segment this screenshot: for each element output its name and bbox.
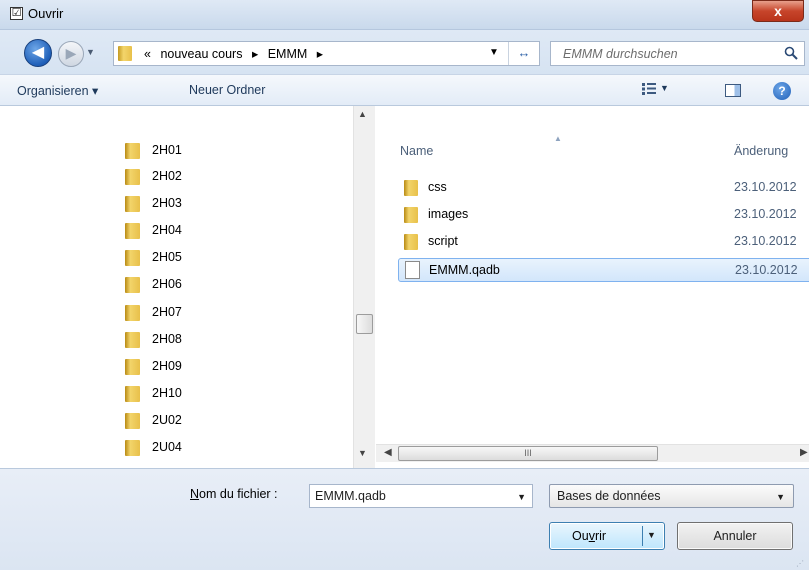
folder-icon — [125, 440, 140, 456]
file-type-value: Bases de données — [557, 489, 661, 503]
tree-item-label: 2H05 — [152, 250, 182, 264]
column-header-name[interactable]: Name — [400, 144, 433, 158]
command-bar: Organisieren ▾ Neuer Ordner ▼ ? — [0, 74, 809, 106]
folder-icon — [125, 196, 140, 212]
folder-icon — [125, 359, 140, 375]
search-placeholder: EMMM durchsuchen — [563, 47, 678, 61]
search-icon[interactable] — [784, 46, 798, 60]
refresh-button[interactable]: ↔ — [508, 42, 539, 65]
file-name: script — [428, 234, 458, 248]
tree-item-label: 2H10 — [152, 386, 182, 400]
filename-value: EMMM.qadb — [315, 489, 386, 503]
new-folder-button[interactable]: Neuer Ordner — [189, 83, 265, 97]
organize-menu[interactable]: Organisieren ▾ — [17, 83, 98, 98]
window-title: Ouvrir — [28, 6, 64, 21]
scroll-right-icon[interactable]: ▶ — [800, 447, 808, 458]
filename-field[interactable]: EMMM.qadb ▼ — [309, 484, 533, 508]
address-bar[interactable]: « nouveau cours ▸ EMMM ▸ ▼ ↔ — [113, 41, 540, 66]
breadcrumb-item-nouveau-cours[interactable]: nouveau cours — [160, 47, 242, 61]
chevron-down-icon[interactable]: ▼ — [776, 492, 785, 502]
resize-grip-icon[interactable]: ⋰ — [796, 559, 804, 568]
tree-item-label: 2H08 — [152, 332, 182, 346]
file-type-select[interactable]: Bases de données ▼ — [549, 484, 794, 508]
views-icon[interactable] — [642, 83, 656, 95]
breadcrumb-separator-icon[interactable]: ▸ — [317, 47, 323, 61]
recent-locations-dropdown-icon[interactable]: ▼ — [86, 47, 96, 57]
breadcrumb-item-emmm[interactable]: EMMM — [268, 47, 308, 61]
navigation-scrollbar[interactable]: ▲ ▼ — [353, 106, 375, 468]
folder-icon — [125, 277, 140, 293]
tree-item-label: 2H09 — [152, 359, 182, 373]
file-row[interactable]: css 23.10.2012 — [398, 176, 809, 200]
folder-icon — [404, 180, 418, 196]
folder-icon — [125, 305, 140, 321]
tree-item-label: 2U02 — [152, 413, 182, 427]
back-button[interactable]: ◀ — [24, 39, 52, 67]
file-row[interactable]: images 23.10.2012 — [398, 203, 809, 227]
tree-item-label: 2H04 — [152, 223, 182, 237]
scroll-thumb[interactable] — [356, 314, 373, 334]
close-button[interactable]: x — [752, 0, 804, 22]
tree-item-label: 2H01 — [152, 143, 182, 157]
scroll-down-icon[interactable]: ▼ — [358, 448, 367, 458]
file-list-scrollbar[interactable]: ◀ III ▶ — [376, 444, 809, 462]
title-bar: ☑ Ouvrir x — [0, 0, 809, 30]
filename-dropdown-icon[interactable]: ▼ — [517, 492, 526, 502]
folder-icon — [125, 223, 140, 239]
navigation-pane: 2H01 2H02 2H03 2H04 2H05 2H06 2H07 2H08 … — [0, 106, 375, 468]
breadcrumb-separator-icon[interactable]: ▸ — [252, 47, 258, 61]
folder-icon — [125, 143, 140, 159]
help-icon[interactable]: ? — [773, 82, 791, 100]
file-name: EMMM.qadb — [429, 263, 500, 277]
open-button[interactable]: Ouvrir ▼ — [549, 522, 665, 550]
tree-item-label: 2U04 — [152, 440, 182, 454]
window-checkbox-icon[interactable]: ☑ — [10, 7, 23, 20]
filename-label: Nom du fichier : — [190, 487, 278, 501]
preview-pane-icon[interactable] — [725, 84, 741, 97]
folder-icon — [125, 413, 140, 429]
file-row-selected[interactable]: EMMM.qadb 23.10.2012 — [398, 258, 809, 282]
column-header-date[interactable]: Änderung — [734, 144, 788, 158]
breadcrumb: « nouveau cours ▸ EMMM ▸ — [144, 46, 329, 61]
tree-item-label: 2H07 — [152, 305, 182, 319]
cancel-button[interactable]: Annuler — [677, 522, 793, 550]
folder-icon — [118, 46, 132, 61]
tree-item-label: 2H02 — [152, 169, 182, 183]
scroll-thumb[interactable]: III — [398, 446, 658, 461]
file-row[interactable]: script 23.10.2012 — [398, 230, 809, 254]
file-date: 23.10.2012 — [734, 180, 797, 194]
folder-icon — [125, 169, 140, 185]
navigation-bar: ◀ ▶ ▼ « nouveau cours ▸ EMMM ▸ ▼ ↔ EMMM … — [0, 30, 809, 74]
open-options-dropdown-icon[interactable]: ▼ — [647, 530, 656, 540]
split-divider — [642, 526, 643, 546]
forward-button[interactable]: ▶ — [58, 41, 84, 67]
folder-icon — [404, 207, 418, 223]
file-list: ▲ Name Änderung css 23.10.2012 images 23… — [376, 106, 809, 468]
tree-item-label: 2H06 — [152, 277, 182, 291]
folder-icon — [125, 250, 140, 266]
folder-icon — [125, 332, 140, 348]
file-name: css — [428, 180, 447, 194]
folder-icon — [125, 386, 140, 402]
search-input[interactable]: EMMM durchsuchen — [550, 41, 805, 66]
file-date: 23.10.2012 — [735, 263, 798, 277]
scroll-up-icon[interactable]: ▲ — [358, 109, 367, 119]
file-date: 23.10.2012 — [734, 234, 797, 248]
file-name: images — [428, 207, 469, 221]
breadcrumb-overflow[interactable]: « — [144, 47, 151, 61]
address-dropdown-icon[interactable]: ▼ — [489, 47, 499, 58]
scroll-left-icon[interactable]: ◀ — [384, 447, 392, 458]
folder-icon — [404, 234, 418, 250]
file-date: 23.10.2012 — [734, 207, 797, 221]
views-dropdown-icon[interactable]: ▼ — [660, 83, 669, 93]
dialog-footer: Nom du fichier : EMMM.qadb ▼ Bases de do… — [0, 468, 809, 570]
tree-item-label: 2H03 — [152, 196, 182, 210]
document-icon — [405, 261, 420, 279]
sort-ascending-icon: ▲ — [554, 134, 562, 143]
open-button-label: Ouvrir — [572, 529, 607, 543]
